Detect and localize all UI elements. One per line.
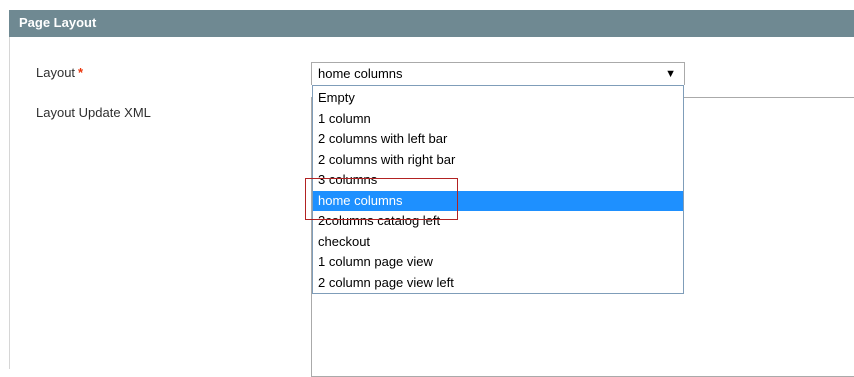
left-margin — [0, 0, 9, 369]
dropdown-option-1-column[interactable]: 1 column — [313, 109, 683, 130]
layout-select[interactable]: home columns ▼ — [311, 62, 685, 85]
layout-update-xml-label: Layout Update XML — [36, 105, 151, 120]
required-indicator: * — [78, 65, 84, 80]
dropdown-option-empty[interactable]: Empty — [313, 88, 683, 109]
section-header — [9, 10, 854, 37]
dropdown-option-2-columns-right[interactable]: 2 columns with right bar — [313, 150, 683, 171]
dropdown-option-2-columns-left[interactable]: 2 columns with left bar — [313, 129, 683, 150]
dropdown-option-2-column-page-view-left[interactable]: 2 column page view left — [313, 273, 683, 294]
page-layout-frame: Page Layout Layout * Layout Update XML ho… — [0, 0, 854, 377]
dropdown-option-1-column-page-view[interactable]: 1 column page view — [313, 252, 683, 273]
chevron-down-icon[interactable]: ▼ — [665, 66, 676, 82]
layout-dropdown-list: Empty 1 column 2 columns with left bar 2… — [312, 85, 684, 294]
layout-label-text: Layout — [36, 65, 76, 80]
layout-label: Layout * — [36, 65, 83, 81]
layout-select-value: home columns — [318, 66, 403, 81]
section-title: Page Layout — [19, 15, 97, 30]
dropdown-option-checkout[interactable]: checkout — [313, 232, 683, 253]
dropdown-option-home-columns[interactable]: home columns — [313, 190, 683, 211]
dropdown-option-2columns-catalog-left[interactable]: 2columns catalog left — [313, 211, 683, 232]
dropdown-option-3-columns[interactable]: 3 columns — [313, 170, 683, 191]
